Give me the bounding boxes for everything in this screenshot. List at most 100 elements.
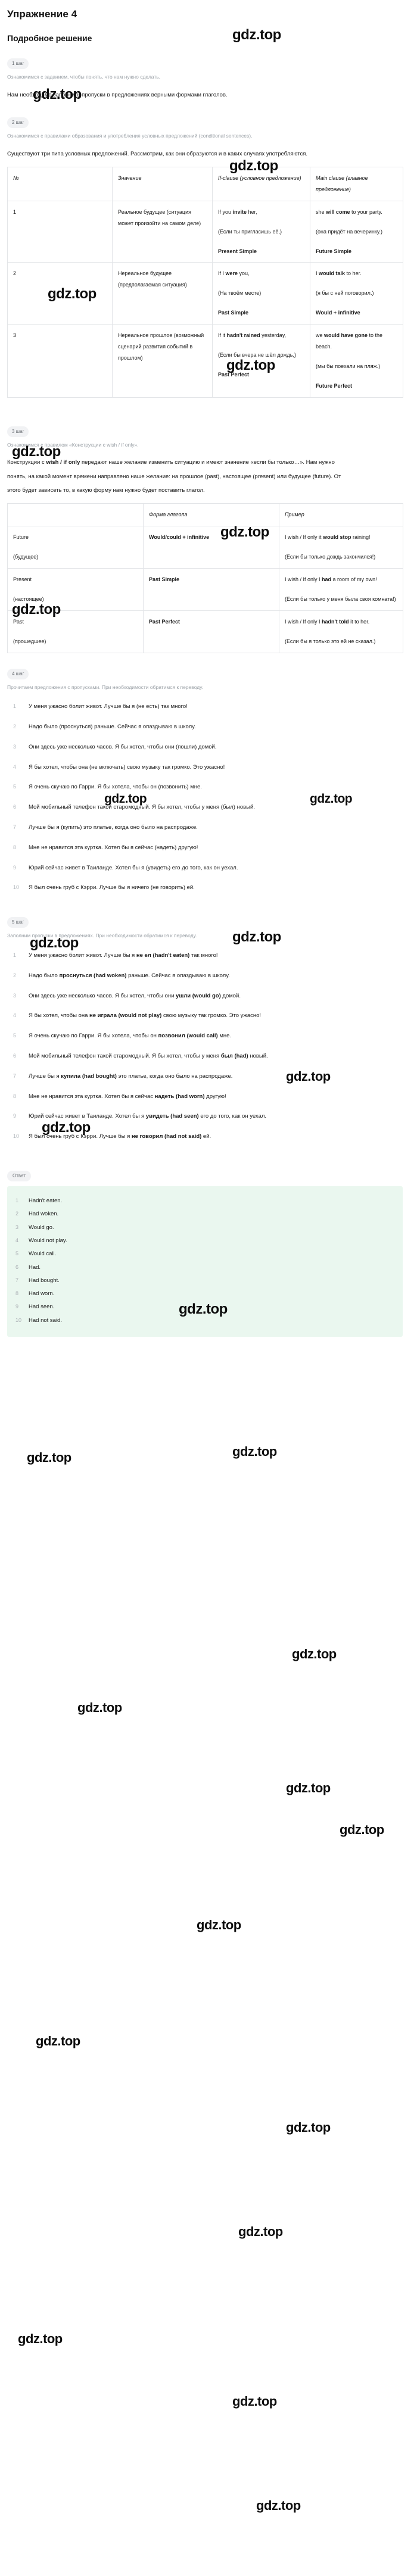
cell-verb-form: Past Simple — [143, 567, 279, 611]
watermark: gdz.top — [232, 1444, 277, 1459]
cell-if-clause: If I were you, (На твоём месте) Past Simpl… — [212, 262, 310, 325]
list-item-number: 2 — [13, 972, 17, 978]
conditionals-table: № Значение If-clause (условное предложен… — [7, 167, 403, 398]
list-item: 9 Юрий сейчас живет в Таиланде. Хотел бы … — [13, 862, 371, 875]
answer-item-number: 5 — [15, 1250, 19, 1257]
cell-main-clause: she will come to your party. (она придёт … — [310, 200, 403, 263]
list-item: 3 Они здесь уже несколько часов. Я бы хот… — [13, 741, 371, 754]
answer-item-number: 10 — [15, 1317, 22, 1323]
watermark: gdz.top — [286, 1780, 331, 1795]
list-item-number: 6 — [13, 1052, 17, 1059]
list-item: 5Я очень скучаю по Гарри. Я бы хотела, ч… — [13, 1030, 371, 1043]
list-item-number: 1 — [13, 952, 17, 958]
step2-intro: Существуют три типа условных предложений… — [7, 150, 308, 157]
list-item-number: 10 — [13, 884, 20, 891]
list-item-number: 4 — [13, 763, 17, 770]
list-item: 8 Мне не нравится эта куртка. Хотел бы я … — [13, 841, 371, 855]
table-header-row: № Значение If-clause (условное предложен… — [7, 167, 403, 201]
table-row: Present (настоящее) Past Simple I wish / If… — [7, 567, 403, 611]
list-item-number: 3 — [13, 743, 17, 750]
cell-example: I wish / If only I hadn't told it to her… — [279, 610, 403, 653]
step-chip-5: 5 шаг — [7, 917, 29, 928]
list-item: 1У меня ужасно болит живот. Лучше бы я (… — [13, 700, 371, 714]
answer-item: 5 Would call. — [13, 1248, 397, 1261]
answer-item-number: 8 — [15, 1290, 19, 1297]
watermark: gdz.top — [36, 2034, 80, 2048]
table-row: 3 Нереальное прошлое (возможный сценарий … — [7, 324, 403, 398]
watermark: gdz.top — [238, 2224, 283, 2239]
list-item-number: 5 — [13, 784, 17, 790]
table-row: Future (будущее) Would/could + infinitive I… — [7, 526, 403, 569]
step1-paragraph: Нам необходимо заполнить пропуски в пред… — [7, 91, 228, 98]
answer-chip: Ответ — [7, 1170, 31, 1181]
cell-example: I wish / If only it would stop raining!(… — [279, 526, 403, 569]
step5-sentence-list: 1У меня ужасно болит живот. Лучше бы я н… — [5, 949, 412, 1144]
col-header-meaning: Значение — [112, 167, 213, 201]
answer-item-number: 9 — [15, 1303, 19, 1310]
list-item: 7 Лучше бы я купила (had bought) это плат… — [13, 1070, 371, 1084]
cell-number: 2 — [7, 262, 113, 325]
table-row: Past (прошедшее) Past Perfect I wish / If o… — [7, 610, 403, 653]
list-item: 4Я бы хотел, чтобы она (не включать) сво… — [13, 761, 371, 775]
watermark: gdz.top — [18, 2331, 63, 2346]
cell-main-clause: we would have gone to the beach. (мы бы п… — [310, 324, 403, 398]
list-item-number: 9 — [13, 1113, 17, 1119]
col-header-time — [7, 503, 144, 527]
answer-list: 1 Hadn't eaten. 2 Had woken. 3 Would go. 4 Woul… — [13, 1195, 397, 1327]
list-item-number: 3 — [13, 992, 17, 999]
list-item: 2 Надо было (проснуться) раньше. Сейчас я… — [13, 721, 371, 734]
col-header-example: Пример — [279, 503, 403, 527]
conditionals-table-body: 1 Реальное будущее (ситуация может произо… — [7, 200, 403, 398]
cell-if-clause: If it hadn't rained yesterday, (Если бы в… — [212, 324, 310, 398]
cell-if-clause: If you invite her, (Если ты пригласишь её… — [212, 200, 310, 263]
step-chip-4: 4 шаг — [7, 668, 29, 679]
list-item-number: 7 — [13, 824, 17, 831]
answer-item-number: 4 — [15, 1237, 19, 1243]
answer-item-number: 3 — [15, 1224, 19, 1230]
list-item: 10 Я был очень груб с Кэрри. Лучше бы я н… — [13, 881, 371, 895]
answer-item: 1 Hadn't eaten. — [13, 1195, 397, 1208]
cell-meaning: Нереальное будущее (предполагаемая ситуа… — [112, 262, 213, 325]
watermark: gdz.top — [292, 1646, 337, 1661]
list-item-number: 5 — [13, 1033, 17, 1039]
list-item: 6 Мой мобильный телефон такой старомодный… — [13, 801, 371, 815]
watermark: gdz.top — [232, 2394, 277, 2409]
cell-verb-form: Would/could + infinitive — [143, 526, 279, 569]
wish-table-body: Future (будущее) Would/could + infinitive I… — [7, 526, 403, 653]
list-item: 2 Надо было проснуться (had woken) раньше… — [13, 969, 371, 983]
list-item: 3 Они здесь уже несколько часов. Я бы хот… — [13, 990, 371, 1003]
col-header-number: № — [7, 167, 113, 201]
col-header-main-clause: Main clause (главное предложение) — [310, 167, 403, 201]
answer-item: 9 Had seen. — [13, 1301, 397, 1314]
cell-meaning: Нереальное прошлое (возможный сценарий р… — [112, 324, 213, 398]
cell-time: Future (будущее) — [7, 526, 144, 569]
step-subtitle-5: Заполним пропуски в предложениях. При не… — [7, 933, 197, 939]
list-item: 6 Мой мобильный телефон такой старомодный… — [13, 1050, 371, 1064]
table-row: 1 Реальное будущее (ситуация может произо… — [7, 200, 403, 263]
answer-item-number: 6 — [15, 1264, 19, 1270]
watermark: gdz.top — [256, 2498, 301, 2513]
answer-item: 3 Would go. — [13, 1221, 397, 1234]
list-item-number: 8 — [13, 844, 17, 850]
step-subtitle-2: Ознакомимся с правилами образования и уп… — [7, 133, 253, 139]
solution-heading: Подробное решение — [7, 33, 92, 43]
list-item: 7 Лучше бы я (купить) это платье, когда о… — [13, 821, 371, 835]
step-subtitle-1: Ознакомимся с заданием, чтобы понять, чт… — [7, 74, 161, 80]
answer-item: 6 Had. — [13, 1261, 397, 1274]
list-item: 10 Я был очень груб с Кэрри. Лучше бы я н… — [13, 1130, 371, 1144]
answer-item: 4 Would not play. — [13, 1234, 397, 1248]
list-item: 1У меня ужасно болит живот. Лучше бы я н… — [13, 949, 371, 963]
cell-time: Past (прошедшее) — [7, 610, 144, 653]
answer-box: 1 Hadn't eaten. 2 Had woken. 3 Would go. 4 Woul… — [7, 1186, 403, 1337]
watermark: gdz.top — [77, 1700, 122, 1715]
cell-main-clause: I would talk to her. (я бы с ней поговори… — [310, 262, 403, 325]
list-item-number: 6 — [13, 804, 17, 810]
list-item-number: 2 — [13, 723, 17, 730]
watermark: gdz.top — [340, 1822, 384, 1837]
step-subtitle-3: Ознакомимся с правилом «Конструкции с wi… — [7, 441, 139, 448]
step3-intro: Конструкции с wish / if only передают на… — [7, 459, 341, 494]
list-item-number: 1 — [13, 703, 17, 710]
list-item: 8 Мне не нравится эта куртка. Хотел бы я … — [13, 1090, 371, 1104]
answer-item: 8 Had worn. — [13, 1287, 397, 1301]
answer-item: 10 Had not said. — [13, 1314, 397, 1327]
